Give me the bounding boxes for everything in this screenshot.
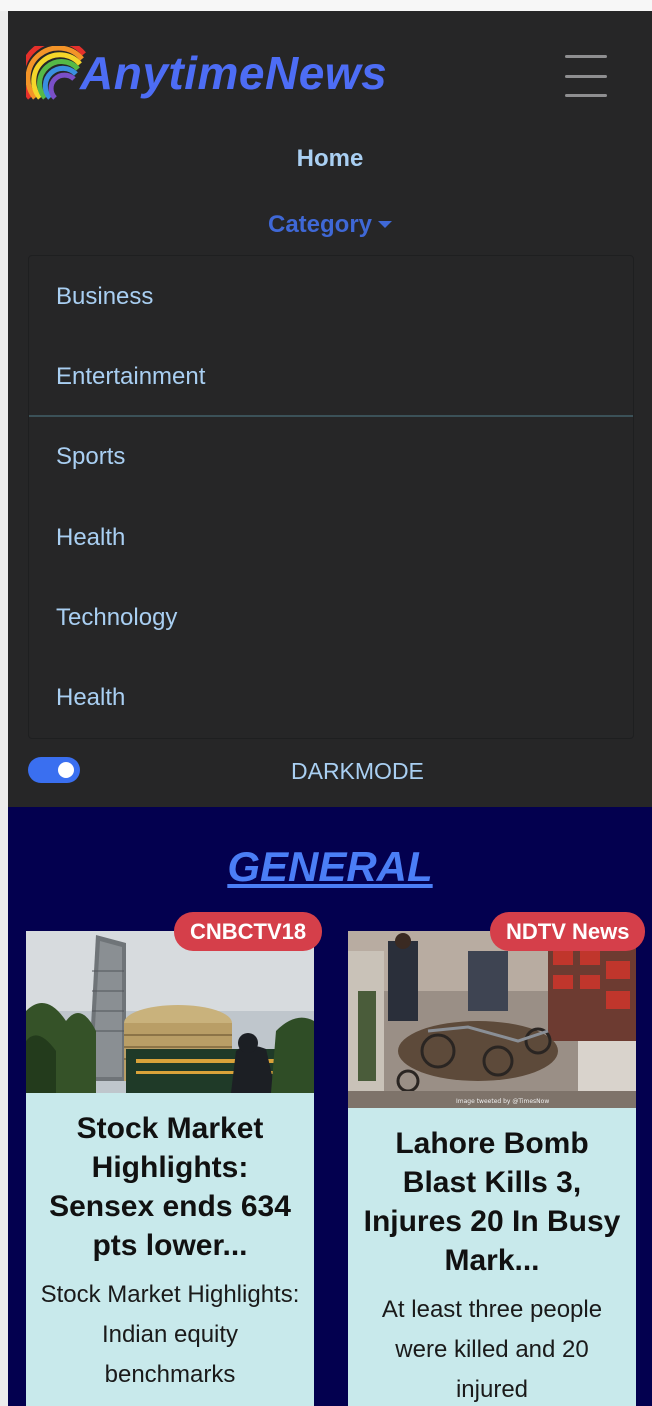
- darkmode-toggle[interactable]: [28, 757, 80, 783]
- brand-name: AnytimeNews: [80, 47, 388, 99]
- section-title: GENERAL: [227, 843, 433, 890]
- card-title[interactable]: Lahore Bomb Blast Kills 3, Injures 20 In…: [360, 1124, 624, 1280]
- card-text: Stock Market Highlights: Indian equity b…: [40, 1281, 300, 1388]
- svg-text:Image tweeted by @TimesNow: Image tweeted by @TimesNow: [456, 1098, 549, 1105]
- caret-down-icon: [378, 221, 393, 228]
- dropdown-item-health[interactable]: Health: [29, 498, 633, 578]
- nav-home-label: Home: [296, 145, 364, 172]
- nav-category-label: Category: [267, 211, 373, 238]
- dropdown-item-sports[interactable]: Sports: [29, 417, 633, 497]
- source-badge: CNBCTV18: [174, 912, 323, 951]
- app-frame: AnytimeNews Home Category Business Enter…: [8, 11, 652, 1406]
- rainbow-icon: [26, 46, 86, 100]
- card-text: At least three people were killed and 20…: [381, 1296, 603, 1403]
- news-card[interactable]: Image tweeted by @TimesNow Lahore Bomb B…: [348, 912, 646, 1406]
- source-badge: NDTV News: [490, 912, 646, 951]
- card-title[interactable]: Stock Market Highlights: Sensex ends 634…: [38, 1109, 302, 1265]
- dropdown-item-entertainment[interactable]: Entertainment: [29, 337, 633, 417]
- category-dropdown-menu: Business Entertainment Sports Health Tec…: [28, 255, 634, 739]
- news-image-svg: [26, 931, 314, 1093]
- toggle-knob: [58, 762, 74, 778]
- left-edge: [0, 11, 8, 1406]
- news-image-bomb-blast: Image tweeted by @TimesNow: [348, 931, 636, 1108]
- card-body: Lahore Bomb Blast Kills 3, Injures 20 In…: [348, 1108, 636, 1406]
- news-section: GENERAL Stock Market Highlights: Sensex …: [8, 807, 652, 1406]
- darkmode-label: DARKMODE: [291, 758, 424, 784]
- hamburger-menu-icon[interactable]: [561, 55, 611, 97]
- dropdown-item-health-2[interactable]: Health: [29, 658, 633, 738]
- brand-link[interactable]: AnytimeNews: [26, 43, 387, 103]
- dropdown-item-technology[interactable]: Technology: [29, 578, 633, 658]
- dropdown-item-business[interactable]: Business: [29, 257, 633, 337]
- news-image-stock-exchange: [26, 931, 314, 1093]
- news-card[interactable]: Stock Market Highlights: Sensex ends 634…: [26, 912, 323, 1406]
- nav-dropdown-category[interactable]: Category: [8, 211, 652, 239]
- top-edge: [0, 0, 652, 11]
- news-image-svg: Image tweeted by @TimesNow: [348, 931, 636, 1108]
- nav-link-home[interactable]: Home: [8, 145, 652, 173]
- card-body: Stock Market Highlights: Sensex ends 634…: [26, 1093, 314, 1395]
